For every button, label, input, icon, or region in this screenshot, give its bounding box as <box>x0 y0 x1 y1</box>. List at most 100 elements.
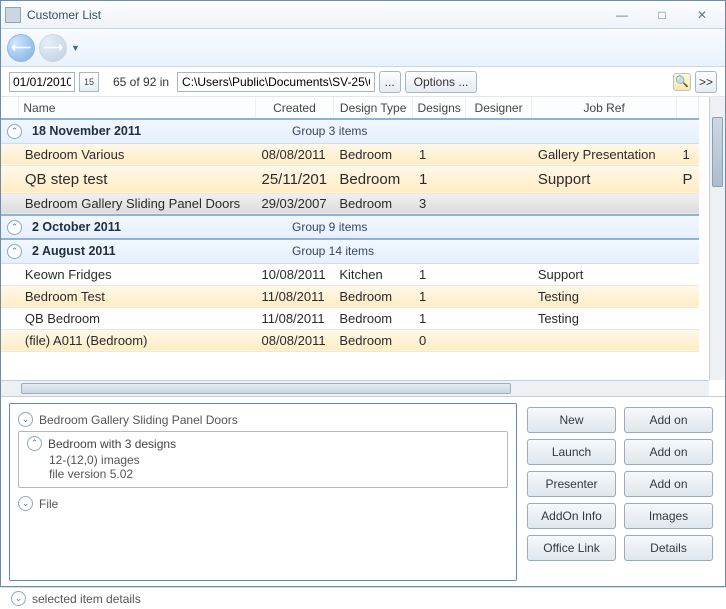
table-row[interactable]: QB step test25/11/201Bedroom1SupportP <box>1 165 699 193</box>
cell-name: QB Bedroom <box>19 307 256 329</box>
cell-name: Bedroom Test <box>19 285 256 307</box>
cell-designer <box>465 193 532 215</box>
cell-type: Bedroom <box>333 143 413 165</box>
header-row: Name Created Design Type Designs Designe… <box>1 97 699 119</box>
group-header[interactable]: ⌃18 November 2011Group 3 items <box>1 119 699 143</box>
arrow-left-icon: ⟵ <box>11 39 31 56</box>
cell-created: 11/08/2011 <box>255 285 333 307</box>
scrollbar-thumb[interactable] <box>21 383 511 394</box>
new-button[interactable]: New <box>527 407 616 433</box>
col-designs[interactable]: Designs <box>413 97 465 119</box>
cell-created: 25/11/201 <box>255 165 333 193</box>
col-jobref[interactable]: Job Ref <box>532 97 677 119</box>
launch-button[interactable]: Launch <box>527 439 616 465</box>
chevron-up-icon[interactable]: ⌃ <box>7 244 22 259</box>
horizontal-scrollbar[interactable] <box>1 380 709 396</box>
col-created[interactable]: Created <box>255 97 333 119</box>
table-row[interactable]: Bedroom Gallery Sliding Panel Doors29/03… <box>1 193 699 215</box>
cell-created: 10/08/2011 <box>255 263 333 285</box>
addon-button[interactable]: Add on <box>624 471 713 497</box>
cell-designs: 1 <box>413 285 465 307</box>
chevron-up-icon[interactable]: ⌃ <box>7 220 22 235</box>
details-button[interactable]: Details <box>624 535 713 561</box>
table-row[interactable]: Bedroom Various08/08/2011Bedroom1Gallery… <box>1 143 699 165</box>
options-button[interactable]: Options ... <box>405 71 478 93</box>
close-button[interactable]: ✕ <box>689 8 715 22</box>
cell-extra <box>676 193 698 215</box>
browse-button[interactable]: ... <box>379 71 401 93</box>
cell-name: (file) A011 (Bedroom) <box>19 329 256 351</box>
cell-jobref: Support <box>532 263 677 285</box>
expand-button[interactable]: >> <box>695 71 717 93</box>
cell-name: Keown Fridges <box>19 263 256 285</box>
chevron-up-icon[interactable]: ⌃ <box>7 124 22 139</box>
window-title: Customer List <box>27 8 609 22</box>
group-count: Group 3 items <box>292 124 367 138</box>
bottom-area: ⌄ Bedroom Gallery Sliding Panel Doors ⌃ … <box>1 397 725 587</box>
group-header[interactable]: ⌃ 2 August 2011 Group 14 items <box>1 239 699 263</box>
cell-designer <box>465 329 532 351</box>
group-count: Group 14 items <box>292 244 374 258</box>
nav-row: ⟵ ⟶ ▼ <box>1 29 725 67</box>
record-counter: 65 of 92 in <box>113 75 169 89</box>
cell-jobref: Testing <box>532 285 677 307</box>
col-designer[interactable]: Designer <box>465 97 532 119</box>
minimize-button[interactable]: — <box>609 8 635 22</box>
detail-footer: ⌄ selected item details <box>1 587 725 609</box>
col-name[interactable]: Name <box>19 97 256 119</box>
cell-type: Bedroom <box>333 285 413 307</box>
chevron-down-icon[interactable]: ⌄ <box>18 496 33 511</box>
nav-history-dropdown[interactable]: ▼ <box>71 43 79 53</box>
cell-type: Bedroom <box>333 165 413 193</box>
chevron-down-icon[interactable]: ⌄ <box>11 591 26 606</box>
cell-type: Bedroom <box>333 193 413 215</box>
group-title: 2 August 2011 <box>32 244 282 258</box>
path-input[interactable] <box>177 72 375 92</box>
table-row[interactable]: (file) A011 (Bedroom)08/08/2011Bedroom0 <box>1 329 699 351</box>
cell-designer <box>465 285 532 307</box>
vertical-scrollbar[interactable] <box>709 97 725 380</box>
chevron-up-icon[interactable]: ⌃ <box>27 436 42 451</box>
addon-button[interactable]: Add on <box>624 439 713 465</box>
cell-created: 29/03/2007 <box>255 193 333 215</box>
cell-extra <box>676 263 698 285</box>
images-button[interactable]: Images <box>624 503 713 529</box>
cell-designs: 3 <box>413 193 465 215</box>
calendar-button[interactable]: 15 <box>79 72 99 92</box>
arrow-right-icon: ⟶ <box>43 39 63 56</box>
date-input[interactable] <box>9 72 75 92</box>
scrollbar-thumb[interactable] <box>712 117 723 187</box>
app-icon <box>5 7 21 23</box>
detail-line: File <box>39 497 58 511</box>
addon-button[interactable]: Add on <box>624 407 713 433</box>
nav-back-button[interactable]: ⟵ <box>7 34 35 62</box>
cell-type: Bedroom <box>333 329 413 351</box>
search-icon: 🔍 <box>675 75 689 88</box>
cell-jobref: Support <box>532 165 677 193</box>
detail-line: Bedroom Gallery Sliding Panel Doors <box>39 413 238 427</box>
grid-area: Name Created Design Type Designs Designe… <box>1 97 725 397</box>
table-row[interactable]: QB Bedroom11/08/2011Bedroom1Testing <box>1 307 699 329</box>
cell-extra: P <box>676 165 698 193</box>
presenter-button[interactable]: Presenter <box>527 471 616 497</box>
cell-designs: 1 <box>413 143 465 165</box>
cell-designer <box>465 143 532 165</box>
col-type[interactable]: Design Type <box>333 97 413 119</box>
cell-extra: 1 <box>676 143 698 165</box>
detail-panel: ⌄ Bedroom Gallery Sliding Panel Doors ⌃ … <box>9 403 517 581</box>
chevron-down-icon[interactable]: ⌄ <box>18 412 33 427</box>
table-row[interactable]: Bedroom Test11/08/2011Bedroom1 Testing <box>1 285 699 307</box>
officelink-button[interactable]: Office Link <box>527 535 616 561</box>
table-row[interactable]: Keown Fridges10/08/2011Kitchen1Support <box>1 263 699 285</box>
group-header[interactable]: ⌃2 October 2011Group 9 items <box>1 215 699 239</box>
maximize-button[interactable]: □ <box>649 8 675 22</box>
cell-jobref: Gallery Presentation <box>532 143 677 165</box>
cell-designer <box>465 307 532 329</box>
cell-jobref <box>532 329 677 351</box>
detail-box-line: file version 5.02 <box>49 467 499 481</box>
group-title: 2 October 2011 <box>32 220 282 234</box>
addoninfo-button[interactable]: AddOn Info <box>527 503 616 529</box>
nav-forward-button[interactable]: ⟶ <box>39 34 67 62</box>
search-button[interactable]: 🔍 <box>673 73 691 91</box>
cell-created: 08/08/2011 <box>255 329 333 351</box>
